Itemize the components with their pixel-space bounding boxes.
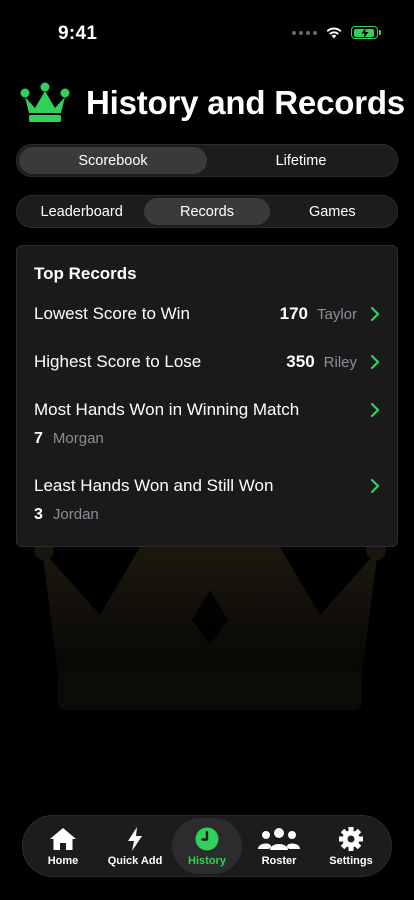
segment-games[interactable]: Games [270, 198, 395, 225]
tab-label: Home [47, 854, 79, 867]
segment-lifetime[interactable]: Lifetime [207, 147, 395, 174]
home-icon [50, 827, 76, 850]
record-value: 7 [34, 430, 43, 447]
status-time: 9:41 [58, 23, 98, 44]
tab-label: Quick Add [107, 854, 163, 867]
segment-records[interactable]: Records [144, 198, 270, 225]
segment-leaderboard[interactable]: Leaderboard [19, 198, 144, 225]
record-row[interactable]: Most Hands Won in Winning Match 7 Morgan [34, 400, 381, 448]
record-value: 350 [286, 352, 315, 371]
tab-bar: Home Quick Add History Roster Settings [22, 815, 392, 877]
page-header: History and Records [20, 82, 405, 124]
view-segmented-control: Leaderboard Records Games [16, 195, 398, 228]
chevron-right-icon [370, 354, 380, 370]
record-player: Jordan [52, 506, 99, 523]
gear-icon [339, 826, 363, 851]
top-records-card: Top Records Lowest Score to Win 170 Tayl… [16, 245, 398, 547]
record-title: Least Hands Won and Still Won [34, 476, 274, 495]
record-row[interactable]: Least Hands Won and Still Won 3 Jordan [34, 476, 381, 524]
tab-history[interactable]: History [172, 818, 242, 874]
crown-background-icon [34, 520, 386, 710]
record-title: Most Hands Won in Winning Match [34, 400, 300, 419]
tab-settings[interactable]: Settings [316, 818, 386, 874]
battery-icon [351, 26, 381, 39]
record-row[interactable]: Lowest Score to Win 170 Taylor [34, 304, 381, 324]
chevron-right-icon [370, 478, 380, 494]
page-title: History and Records [86, 84, 405, 121]
record-row[interactable]: Highest Score to Lose 350 Riley [34, 352, 381, 372]
record-value: 3 [34, 506, 43, 523]
card-title: Top Records [34, 264, 137, 283]
record-value: 170 [279, 304, 308, 323]
record-player: Morgan [52, 430, 104, 447]
record-title: Lowest Score to Win [34, 304, 190, 323]
crown-icon [20, 82, 70, 122]
status-bar: 9:41 [0, 0, 414, 60]
clock-icon [195, 827, 219, 850]
wifi-icon [326, 27, 342, 39]
segment-scorebook[interactable]: Scorebook [19, 147, 207, 174]
tab-label: Roster [261, 854, 297, 867]
record-player: Taylor [316, 305, 357, 323]
chevron-right-icon [370, 306, 380, 322]
signal-icon [292, 30, 317, 35]
record-title: Highest Score to Lose [34, 352, 202, 371]
record-player: Riley [323, 353, 357, 371]
tab-label: History [188, 854, 226, 867]
tab-quick-add[interactable]: Quick Add [100, 818, 170, 874]
people-icon [258, 827, 300, 850]
status-icons [292, 26, 381, 39]
chevron-right-icon [370, 402, 380, 418]
tab-label: Settings [329, 854, 373, 867]
tab-home[interactable]: Home [28, 818, 98, 874]
scope-segmented-control: Scorebook Lifetime [16, 144, 398, 177]
tab-roster[interactable]: Roster [244, 818, 314, 874]
bolt-icon [128, 826, 142, 851]
